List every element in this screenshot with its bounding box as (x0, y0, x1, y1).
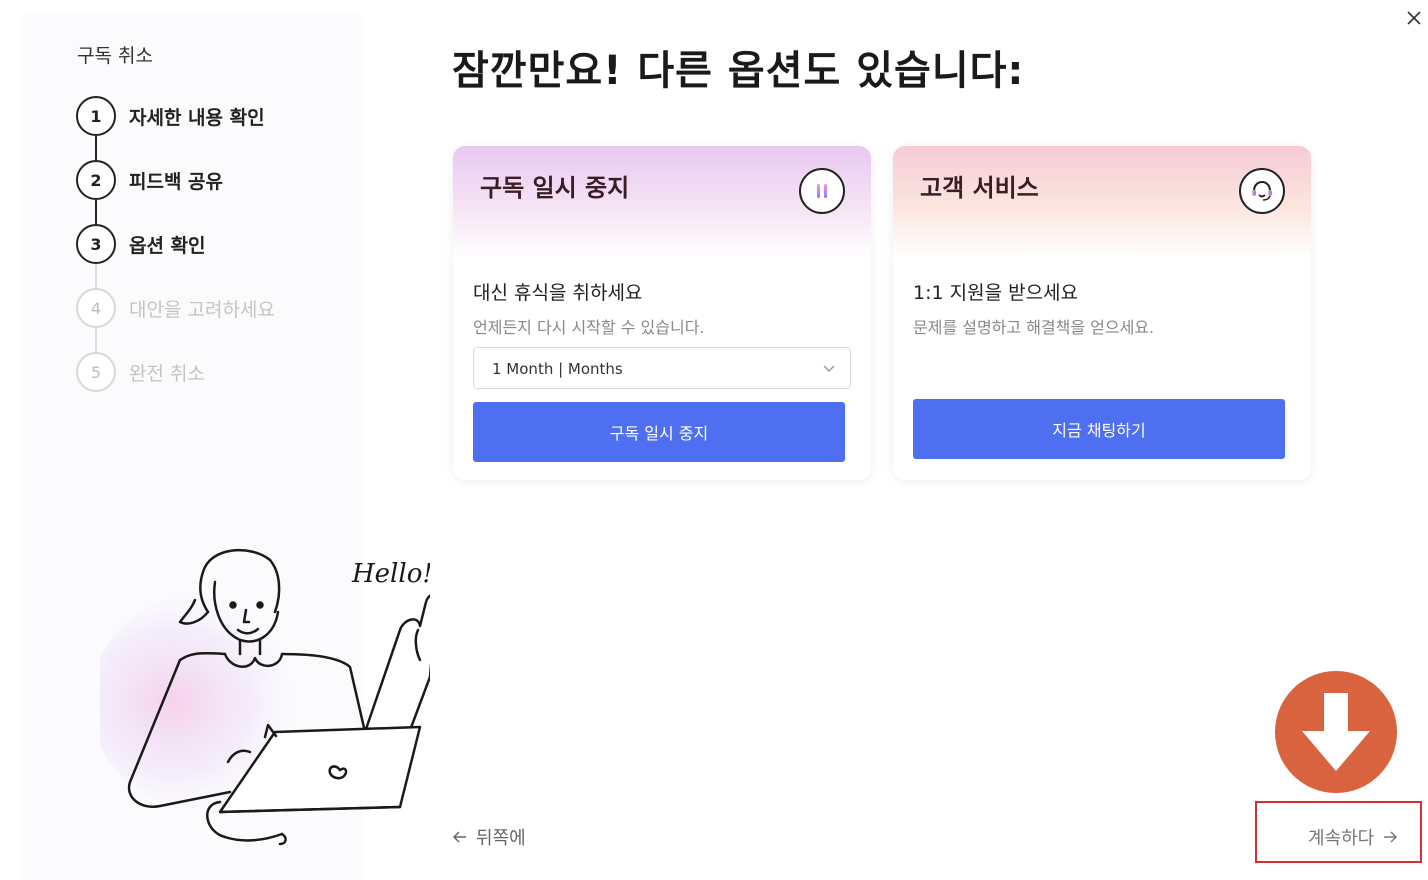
page-title: 잠깐만요! 다른 옵션도 있습니다: (452, 48, 1025, 94)
step-5: 5 완전 취소 (76, 352, 356, 416)
step-label: 자세한 내용 확인 (129, 107, 265, 129)
back-button[interactable]: 뒤쪽에 (452, 824, 526, 850)
chevron-down-icon (823, 365, 835, 373)
close-icon[interactable] (1404, 8, 1424, 28)
step-number: 1 (76, 96, 116, 136)
step-1: 1 자세한 내용 확인 (76, 96, 356, 160)
sidebar-title: 구독 취소 (77, 45, 153, 67)
card-title: 구독 일시 중지 (480, 174, 630, 202)
card-subtitle: 대신 휴식을 취하세요 (473, 282, 643, 304)
hello-illustration: Hello! (100, 548, 430, 846)
card-header: 구독 일시 중지 (453, 146, 871, 258)
card-title: 고객 서비스 (920, 174, 1039, 202)
step-connector (95, 328, 97, 352)
pause-subscription-button[interactable]: 구독 일시 중지 (473, 402, 845, 462)
continue-button[interactable]: 계속하다 (1308, 824, 1398, 850)
step-label: 피드백 공유 (129, 171, 224, 193)
card-subtitle: 1:1 지원을 받으세요 (913, 282, 1079, 304)
chat-now-button[interactable]: 지금 채팅하기 (913, 399, 1285, 459)
customer-service-card: 고객 서비스 1:1 지원을 받으세요 문제를 설명하고 해결책을 얻으세요. … (893, 146, 1311, 480)
select-value: 1 Month | Months (492, 360, 623, 378)
step-label: 완전 취소 (129, 363, 205, 385)
pause-duration-select[interactable]: 1 Month | Months (473, 347, 851, 389)
headset-icon (1239, 168, 1285, 214)
sidebar: 구독 취소 1 자세한 내용 확인 2 피드백 공유 3 옵션 확인 4 대안을… (20, 12, 430, 880)
illustration-hello-text: Hello! (351, 559, 430, 589)
card-description: 문제를 설명하고 해결책을 얻으세요. (913, 318, 1155, 337)
step-label: 대안을 고려하세요 (129, 299, 275, 321)
card-header: 고객 서비스 (893, 146, 1311, 258)
card-description: 언제든지 다시 시작할 수 있습니다. (473, 318, 705, 337)
step-number: 3 (76, 224, 116, 264)
step-label: 옵션 확인 (129, 235, 206, 257)
step-3: 3 옵션 확인 (76, 224, 356, 288)
step-number: 4 (76, 288, 116, 328)
step-number: 5 (76, 352, 116, 392)
pause-icon (799, 168, 845, 214)
step-connector (95, 264, 97, 288)
arrow-left-icon (452, 831, 466, 843)
back-label: 뒤쪽에 (476, 828, 526, 849)
pause-subscription-card: 구독 일시 중지 대신 휴식을 취하세요 언제든지 다시 시작할 수 있습니다.… (453, 146, 871, 480)
step-2: 2 피드백 공유 (76, 160, 356, 224)
step-number: 2 (76, 160, 116, 200)
cancel-subscription-dialog: 구독 취소 1 자세한 내용 확인 2 피드백 공유 3 옵션 확인 4 대안을… (0, 0, 1428, 880)
continue-label: 계속하다 (1308, 828, 1375, 849)
arrow-right-icon (1384, 831, 1398, 843)
step-4: 4 대안을 고려하세요 (76, 288, 356, 352)
step-connector (95, 200, 97, 224)
step-connector (95, 136, 97, 160)
download-arrow-icon (1275, 671, 1397, 793)
step-list: 1 자세한 내용 확인 2 피드백 공유 3 옵션 확인 4 대안을 고려하세요… (76, 96, 356, 416)
